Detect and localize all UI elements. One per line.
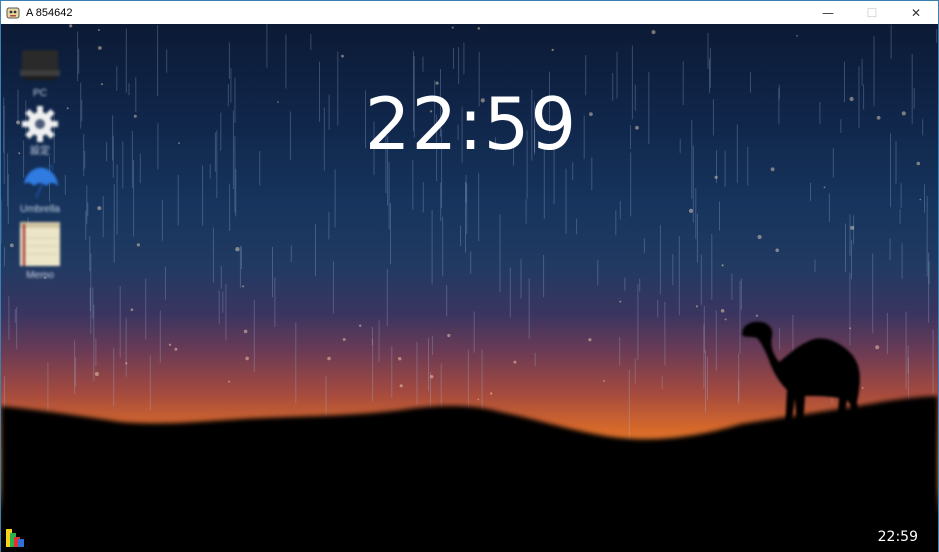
rain-drop	[228, 380, 231, 383]
close-icon: ✕	[910, 5, 922, 20]
minimize-icon: —	[822, 5, 834, 20]
rain-drop	[94, 372, 99, 376]
rain-drop	[714, 175, 718, 179]
rain-drop	[430, 375, 434, 379]
rain-drop	[477, 27, 481, 30]
rain-drop	[775, 248, 779, 253]
rain-drop	[823, 186, 826, 189]
desktop-icons: PC 設定 Umbrella Memo	[11, 46, 69, 286]
rain-drop	[98, 46, 102, 50]
rain-drop	[916, 161, 921, 166]
desktop-icon-label: PC	[33, 88, 47, 99]
rain-drop	[359, 324, 362, 327]
app-window: A 854642 — ☐ ✕ 22:59 PC 設定 Umbrella Memo…	[0, 0, 939, 552]
desktop-icon-memo[interactable]: Memo	[11, 220, 69, 282]
rain-drop	[178, 142, 180, 145]
start-button[interactable]	[4, 527, 28, 549]
rain-drop	[513, 360, 517, 364]
rain-drop	[619, 300, 622, 303]
rain-drop	[125, 362, 128, 365]
rain-drop	[757, 234, 762, 240]
rain-drop	[327, 356, 331, 361]
rain-drop	[242, 285, 244, 288]
maximize-button[interactable]: ☐	[850, 1, 894, 24]
rain-drop	[850, 225, 855, 230]
rain-drop	[849, 327, 852, 330]
minimize-button[interactable]: —	[806, 1, 850, 24]
desktop-icon-umbrella[interactable]: Umbrella	[11, 162, 69, 216]
rain-drop	[796, 35, 798, 37]
title-bar[interactable]: A 854642 — ☐ ✕	[1, 1, 938, 24]
camel-silhouette	[742, 321, 861, 428]
rain-drop	[69, 24, 73, 28]
rain-drop	[451, 26, 454, 29]
rain-drop	[168, 343, 172, 346]
computer-icon	[18, 46, 62, 86]
rain-drop	[100, 83, 103, 86]
rain-drop	[724, 318, 727, 321]
rain-drop	[695, 305, 699, 308]
taskbar-clock: 22:59	[877, 529, 918, 545]
rain-drop	[490, 392, 493, 395]
window-controls: — ☐ ✕	[806, 1, 938, 24]
rain-drop	[277, 101, 279, 103]
rain-drop	[399, 384, 403, 388]
rain-drop	[901, 111, 906, 116]
rain-drop	[133, 114, 137, 118]
desktop-icon-label: Umbrella	[19, 204, 60, 215]
umbrella-icon	[18, 162, 62, 202]
desktop-icon-label: 設定	[30, 146, 50, 157]
app-icon	[6, 6, 20, 20]
rain-drop	[341, 54, 344, 58]
rain-drop	[688, 208, 694, 213]
rain-drop	[589, 112, 593, 116]
rain-drop	[770, 167, 775, 172]
close-button[interactable]: ✕	[894, 1, 938, 24]
rain-drop	[720, 309, 725, 313]
desktop-icon-settings[interactable]: 設定	[11, 104, 69, 158]
rain-drop	[342, 338, 346, 341]
desktop-wallpaper[interactable]: 22:59 PC 設定 Umbrella Memo 22:59	[1, 24, 938, 552]
rain-drop	[551, 48, 554, 52]
rain-drop	[635, 125, 639, 130]
rain-drop	[136, 243, 140, 247]
window-title: A 854642	[26, 6, 73, 19]
rain-drop	[588, 338, 592, 342]
desktop-icon-label: Memo	[26, 270, 54, 281]
rain-drop	[861, 387, 864, 389]
start-icon	[6, 529, 24, 547]
rain-drop	[755, 314, 759, 317]
rain-drop	[130, 308, 134, 312]
rain-drop	[97, 29, 100, 31]
rain-drop	[235, 247, 240, 252]
notepad-icon	[18, 220, 62, 268]
rain-drop	[875, 345, 880, 350]
rain-drop	[447, 333, 451, 338]
desktop-icon-pc[interactable]: PC	[11, 46, 69, 100]
rain-drop	[97, 206, 102, 211]
maximize-icon: ☐	[866, 5, 878, 20]
rain-drop	[243, 329, 248, 334]
rain-drop	[876, 115, 881, 120]
rain-drop	[477, 398, 480, 401]
rain-drop	[603, 380, 605, 382]
rain-drop	[849, 96, 854, 102]
rain-drop	[174, 347, 178, 351]
gear-icon	[18, 104, 62, 144]
rain-drop	[398, 357, 402, 361]
clock-display: 22:59	[364, 82, 578, 166]
rain-drop	[651, 30, 656, 35]
rain-drop	[919, 198, 922, 201]
rain-drop	[245, 356, 249, 361]
rain-drop	[721, 264, 724, 267]
